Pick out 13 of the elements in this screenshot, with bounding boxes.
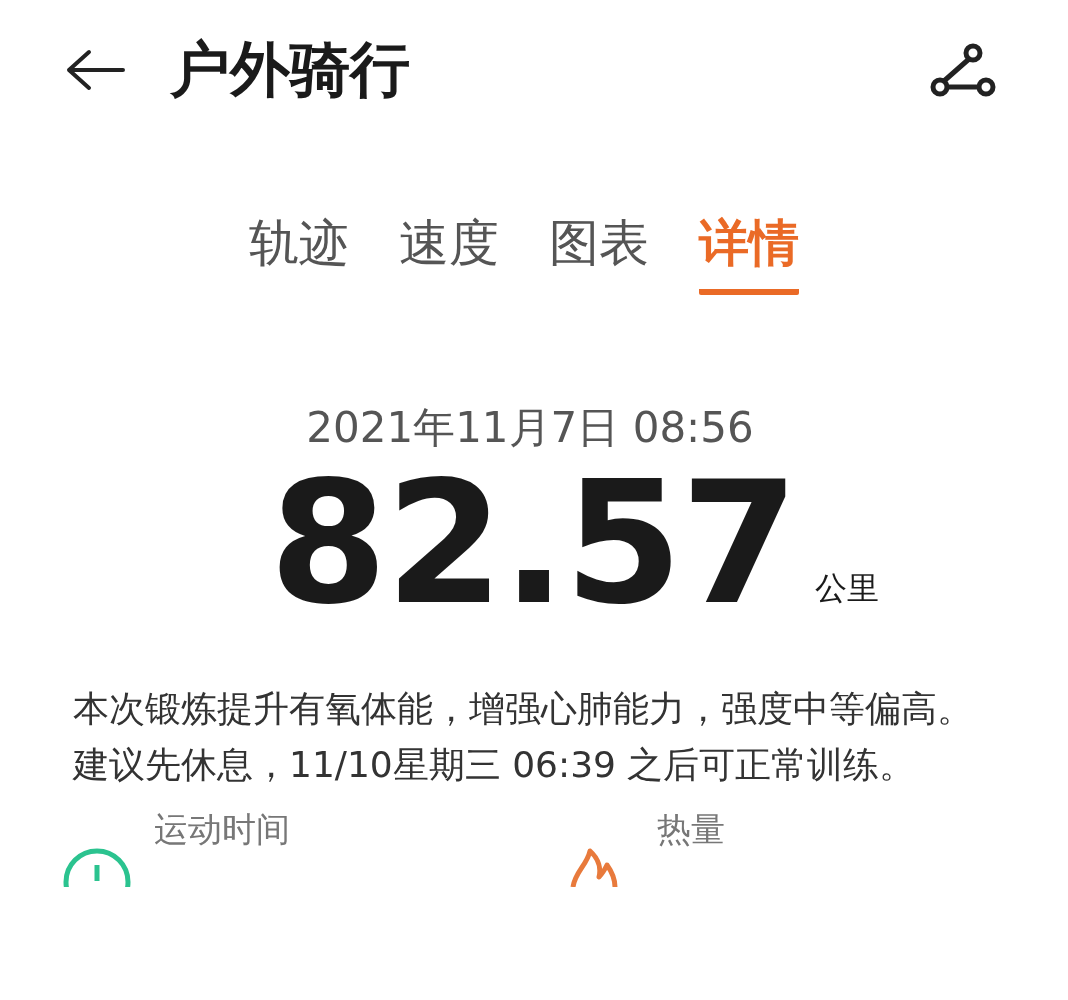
stat-label: 热量 <box>657 808 725 851</box>
distance-unit: 公里 <box>814 568 879 609</box>
tab[interactable]: 轨迹 <box>249 210 349 295</box>
tab[interactable]: 速度 <box>399 210 499 295</box>
stat-label: 运动时间 <box>154 808 290 851</box>
back-icon[interactable] <box>65 48 125 92</box>
share-icon[interactable] <box>928 42 998 98</box>
page-title: 户外骑行 <box>170 32 411 106</box>
distance-value: 82.57 <box>269 456 797 631</box>
advice-text: 本次锻炼提升有氧体能，增强心肺能力，强度中等偏高。建议先休息，11/10星期三 06:39 之后可正常训练。 <box>73 687 974 787</box>
tab[interactable]: 图表 <box>549 210 649 295</box>
clock-icon <box>62 847 132 887</box>
workout-date: 2021年11月7日 08:56 <box>305 402 755 454</box>
